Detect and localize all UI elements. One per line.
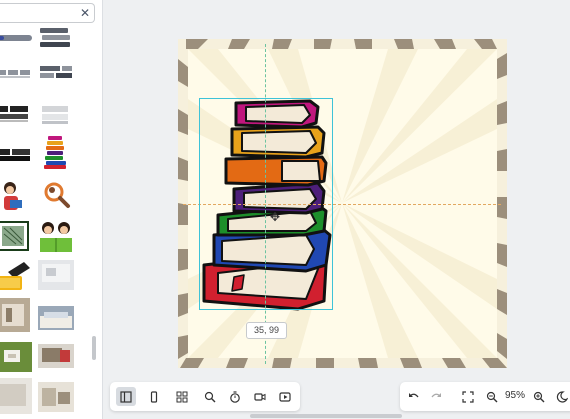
zoom-level[interactable]: 95% [503, 390, 527, 401]
magnifier-thumbnail[interactable] [38, 178, 74, 214]
present-icon[interactable] [275, 387, 295, 406]
template-thumbnail[interactable] [38, 98, 74, 134]
left-sidebar: ✕ [0, 0, 103, 419]
horizontal-scrollbar[interactable] [250, 414, 402, 418]
search-icon[interactable] [200, 387, 220, 406]
kids-reading-thumbnail[interactable] [38, 218, 74, 254]
dark-mode-icon[interactable] [552, 387, 570, 406]
timer-icon[interactable] [225, 387, 245, 406]
template-thumbnail[interactable] [38, 24, 74, 60]
photo-thumbnail[interactable] [0, 378, 32, 414]
template-thumbnail[interactable] [0, 24, 32, 60]
selection-box[interactable] [199, 98, 333, 310]
panel-icon[interactable] [116, 387, 136, 406]
template-thumbnail[interactable] [0, 56, 32, 92]
page-icon[interactable] [144, 387, 164, 406]
template-thumbnail[interactable] [0, 98, 32, 134]
photo-thumbnail[interactable] [38, 380, 74, 416]
grid-icon[interactable] [172, 387, 192, 406]
video-icon[interactable] [250, 387, 270, 406]
fullscreen-icon[interactable] [458, 387, 478, 406]
move-cursor-icon: ✥ [270, 210, 281, 224]
close-icon[interactable]: ✕ [80, 6, 90, 20]
photo-thumbnail[interactable] [38, 302, 74, 338]
photo-thumbnail[interactable] [38, 258, 74, 294]
bottom-toolbar-right [400, 382, 570, 411]
undo-icon[interactable] [404, 387, 424, 406]
reading-girl-thumbnail[interactable] [0, 178, 32, 214]
search-input[interactable] [0, 4, 78, 22]
search-box[interactable]: ✕ [0, 3, 95, 23]
redo-icon[interactable] [426, 387, 446, 406]
sidebar-scrollbar[interactable] [92, 336, 96, 360]
graduation-thumbnail[interactable] [0, 258, 32, 294]
bottom-toolbar-left [110, 382, 300, 411]
photo-thumbnail[interactable] [38, 340, 74, 376]
books-stack-thumbnail[interactable] [38, 134, 74, 170]
zoom-in-icon[interactable] [529, 387, 549, 406]
template-thumbnail[interactable] [38, 56, 74, 92]
template-thumbnail[interactable] [0, 138, 32, 174]
position-readout: 35, 99 [246, 322, 287, 339]
photo-thumbnail[interactable] [0, 298, 32, 334]
notebook-thumbnail[interactable] [0, 218, 32, 254]
photo-thumbnail[interactable] [0, 340, 32, 376]
zoom-out-icon[interactable] [482, 387, 502, 406]
